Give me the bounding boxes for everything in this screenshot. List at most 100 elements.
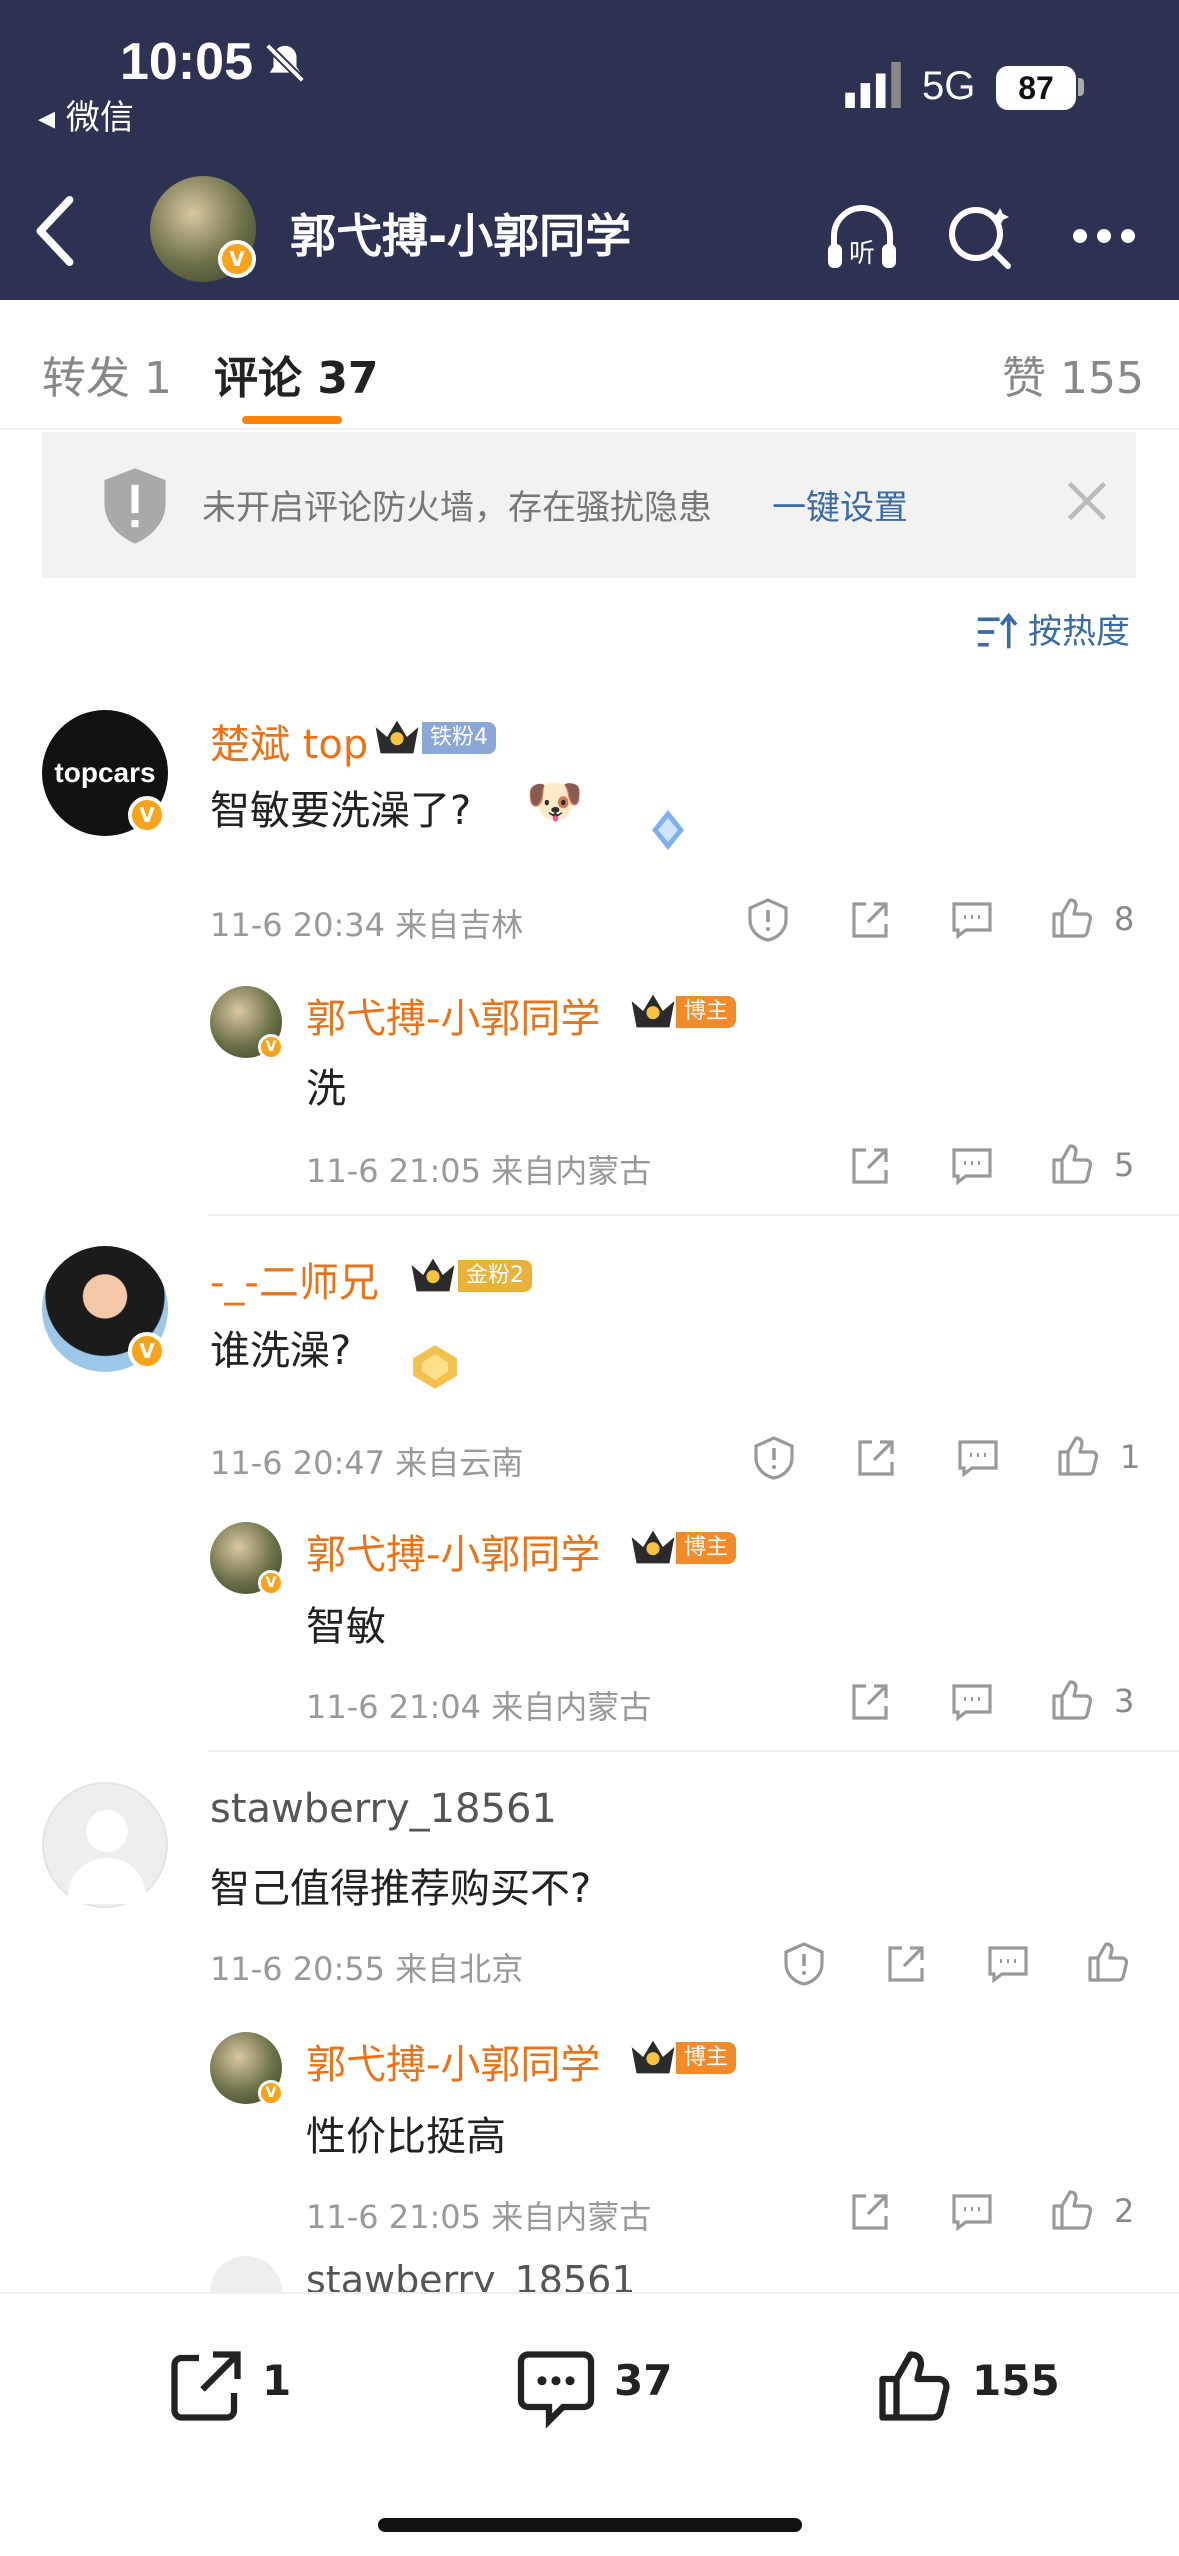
verified-badge-icon: V [258,1034,284,1060]
verified-badge-icon: V [128,1332,166,1370]
reply-text: 性价比挺高 [306,2114,506,2160]
reply-username[interactable]: 郭弋搏-小郭同学 [306,986,600,1044]
fan-badge: 金粉2 [458,1260,532,1292]
comment-username[interactable]: 楚斌 top [210,712,368,770]
share-icon[interactable] [846,1142,894,1190]
like-thumb-icon[interactable] [872,2344,956,2428]
back-to-app-link[interactable]: ◂ 微信 [38,90,134,139]
like-thumb-icon[interactable] [1048,1140,1096,1188]
back-arrow-icon[interactable] [34,196,74,266]
status-time: 10:05 [120,33,253,91]
comment-text: 智己值得推荐购买不? [210,1866,592,1912]
svg-text:听: 听 [849,239,875,269]
crown-icon [411,1258,455,1292]
like-thumb-icon[interactable] [1084,1938,1132,1986]
share-icon[interactable] [852,1434,900,1482]
sort-icon[interactable] [974,612,1018,652]
bottom-action-bar: 1 37 155 [0,2292,1179,2556]
comment-icon[interactable] [514,2344,598,2428]
signal-icon [845,62,901,108]
reply-icon[interactable] [948,2188,996,2236]
firewall-setup-link[interactable]: 一键设置 [772,480,908,529]
avatar[interactable] [42,1782,168,1908]
reply-icon[interactable] [948,1142,996,1190]
sort-by-hot[interactable]: 按热度 [1028,604,1130,653]
battery-indicator: 87 [996,66,1076,110]
like-thumb-icon[interactable] [1048,2186,1096,2234]
crown-icon [631,1530,675,1564]
verified-badge-icon: V [128,796,166,834]
reply-meta: 11-6 21:05 来自内蒙古 [306,2198,652,2236]
close-icon[interactable] [1062,476,1112,526]
tab-forward[interactable]: 转发 1 [42,342,172,406]
network-type: 5G [922,64,976,108]
share-icon[interactable] [846,896,894,944]
like-count: 1 [1120,1438,1141,1476]
author-badge: 博主 [676,1532,737,1564]
diamond-decoration-icon [652,810,684,850]
reply-meta: 11-6 21:05 来自内蒙古 [306,1152,652,1190]
reply-text: 洗 [306,1066,346,1112]
comment-meta: 11-6 20:55 来自北京 [210,1950,524,1988]
firewall-notice: 未开启评论防火墙，存在骚扰隐患 一键设置 [42,432,1136,578]
home-indicator[interactable] [378,2518,802,2532]
share-icon[interactable] [846,1678,894,1726]
like-count: 5 [1114,1146,1135,1184]
search-icon[interactable] [940,196,1020,276]
like-count: 8 [1114,900,1135,938]
comment-text: 谁洗澡? [210,1328,352,1374]
reply-text: 智敏 [306,1604,386,1650]
comment-count: 37 [614,2356,673,2405]
reply-icon[interactable] [954,1434,1002,1482]
reply-username[interactable]: 郭弋搏-小郭同学 [306,2032,600,2090]
author-badge: 博主 [676,996,737,1028]
header: 10:05 ◂ 微信 5G 87 V 郭弋搏-小郭同学 听 [0,0,1179,300]
report-icon[interactable] [750,1434,798,1482]
comment-username[interactable]: -_-二师兄 [210,1250,379,1308]
share-icon[interactable] [882,1940,930,1988]
fan-badge: 铁粉4 [422,722,496,754]
listen-headphones-icon[interactable]: 听 [822,196,902,276]
like-thumb-icon[interactable] [1048,894,1096,942]
comment-text: 智敏要洗澡了? [210,788,472,834]
crown-icon [631,994,675,1028]
divider [208,1750,1179,1752]
reply-meta: 11-6 21:04 来自内蒙古 [306,1688,652,1726]
share-icon[interactable] [846,2188,894,2236]
like-count: 3 [1114,1682,1135,1720]
verified-badge-icon: V [218,240,256,278]
mute-bell-icon [265,43,305,83]
firewall-text: 未开启评论防火墙，存在骚扰隐患 [202,488,712,528]
verified-badge-icon: V [258,1570,284,1596]
reply-icon[interactable] [984,1940,1032,1988]
crown-icon [631,2040,675,2074]
like-count: 155 [972,2356,1060,2405]
forward-count: 1 [262,2356,292,2405]
tab-bar: 转发 1 评论 37 赞 155 [0,300,1179,430]
like-thumb-icon[interactable] [1054,1432,1102,1480]
divider [208,1214,1179,1216]
comment-meta: 11-6 20:47 来自云南 [210,1444,524,1482]
comment-meta: 11-6 20:34 来自吉林 [210,906,524,944]
doge-emoji-icon: 🐶 [526,774,584,828]
reply-icon[interactable] [948,896,996,944]
shield-alert-icon [104,468,166,544]
crown-icon [375,720,419,754]
battery-tip [1078,78,1084,96]
author-badge: 博主 [676,2042,737,2074]
comment-username[interactable]: stawberry_18561 [210,1786,557,1832]
reply-username[interactable]: 郭弋搏-小郭同学 [306,1522,600,1580]
nav-title[interactable]: 郭弋搏-小郭同学 [290,200,631,266]
forward-icon[interactable] [164,2344,248,2428]
more-options-icon[interactable] [1064,196,1144,276]
like-thumb-icon[interactable] [1048,1676,1096,1724]
verified-badge-icon: V [258,2080,284,2106]
reply-icon[interactable] [948,1678,996,1726]
active-tab-indicator [242,416,342,424]
report-icon[interactable] [744,896,792,944]
report-icon[interactable] [780,1940,828,1988]
tab-likes[interactable]: 赞 155 [1002,342,1144,406]
tab-comments[interactable]: 评论 37 [214,342,379,406]
medal-decoration-icon [413,1345,457,1389]
like-count: 2 [1114,2192,1135,2230]
